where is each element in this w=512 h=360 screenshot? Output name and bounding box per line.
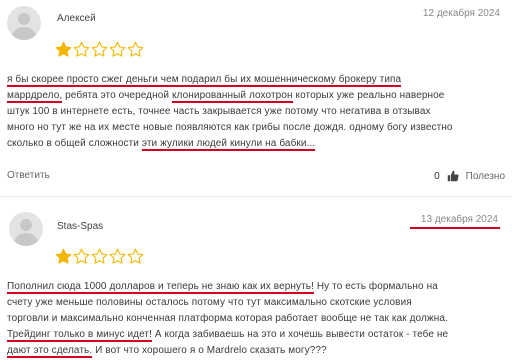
star-empty-icon [127, 248, 144, 264]
text-segment: которых уже реально наверное [292, 90, 445, 101]
divider [0, 196, 512, 197]
highlighted-text: клонированный лохотрон [171, 90, 293, 103]
star-empty-icon [127, 41, 144, 57]
star-empty-icon [73, 41, 90, 57]
review-card-1: Алексей 12 декабря 2024 я бы скорее прос… [0, 0, 512, 190]
review-footer: Ответить 0 Полезно [7, 170, 505, 184]
text-segment: торговли и максимально конченная платфор… [7, 313, 448, 324]
text-line: штук 100 в интернете есть, точнее часть … [7, 104, 505, 120]
star-empty-icon [91, 41, 108, 57]
review-text: Пополнил сюда 1000 долларов и теперь не … [7, 279, 505, 359]
thumbs-up-icon[interactable] [447, 170, 459, 182]
text-line: счету уже меньше половины осталось потом… [7, 295, 505, 311]
highlighted-text: дают это сделать. [7, 345, 93, 358]
text-line: сколько в общей сложности эти жулики люд… [7, 136, 505, 152]
votes-count: 0 [434, 170, 440, 182]
text-segment: ребята это очередной [62, 90, 172, 101]
text-line: торговли и максимально конченная платфор… [7, 311, 505, 327]
highlighted-text: эти жулики людей кинули на бабки... [141, 138, 316, 151]
star-empty-icon [109, 248, 126, 264]
reply-link[interactable]: Ответить [7, 170, 50, 181]
text-segment: сколько в общей сложности [7, 138, 142, 149]
text-segment: штук 100 в интернете есть, точнее часть … [7, 106, 431, 117]
star-empty-icon [73, 248, 90, 264]
text-line: дают это сделать. И вот что хорошего я о… [7, 343, 505, 359]
text-line: я бы скорее просто сжег деньги чем подар… [7, 72, 505, 88]
highlighted-text: Пополнил сюда 1000 долларов и теперь не … [7, 281, 314, 294]
star-filled-icon [55, 41, 72, 57]
star-filled-icon [55, 248, 72, 264]
text-line: много но тут же на их месте новые появля… [7, 120, 505, 136]
star-rating [55, 248, 144, 265]
review-date: 12 декабря 2024 [422, 8, 500, 19]
text-line: Пополнил сюда 1000 долларов и теперь не … [7, 279, 505, 295]
author-name: Алексей [57, 13, 96, 24]
text-segment: И вот что хорошего я о Mardrelo сказать … [92, 345, 327, 356]
avatar [9, 212, 43, 246]
star-rating [55, 41, 144, 58]
text-segment: счету уже меньше половины осталось потом… [7, 297, 412, 308]
highlighted-text: я бы скорее просто сжег деньги чем подар… [7, 74, 402, 87]
useful-label[interactable]: Полезно [466, 171, 505, 182]
text-line: маррдрело, ребята это очередной клониров… [7, 88, 505, 104]
useful-votes: 0 Полезно [434, 170, 505, 182]
text-segment: Ну то есть формально на [313, 281, 438, 292]
text-segment: А когда забиваешь на это и хочешь вывест… [151, 329, 449, 340]
highlighted-text: Трейдинг только в минус идет! [7, 329, 152, 342]
author-name: Stas-Spas [57, 221, 104, 232]
date-underline [410, 227, 500, 229]
review-text: я бы скорее просто сжег деньги чем подар… [7, 72, 505, 152]
highlighted-text: маррдрело, [7, 90, 63, 103]
review-date: 13 декабря 2024 [420, 214, 498, 225]
review-card-2: Stas-Spas 13 декабря 2024 Пополнил сюда … [0, 198, 512, 360]
text-line: Трейдинг только в минус идет! А когда за… [7, 327, 505, 343]
avatar [7, 6, 41, 40]
star-empty-icon [109, 41, 126, 57]
star-empty-icon [91, 248, 108, 264]
text-segment: много но тут же на их месте новые появля… [7, 122, 453, 133]
